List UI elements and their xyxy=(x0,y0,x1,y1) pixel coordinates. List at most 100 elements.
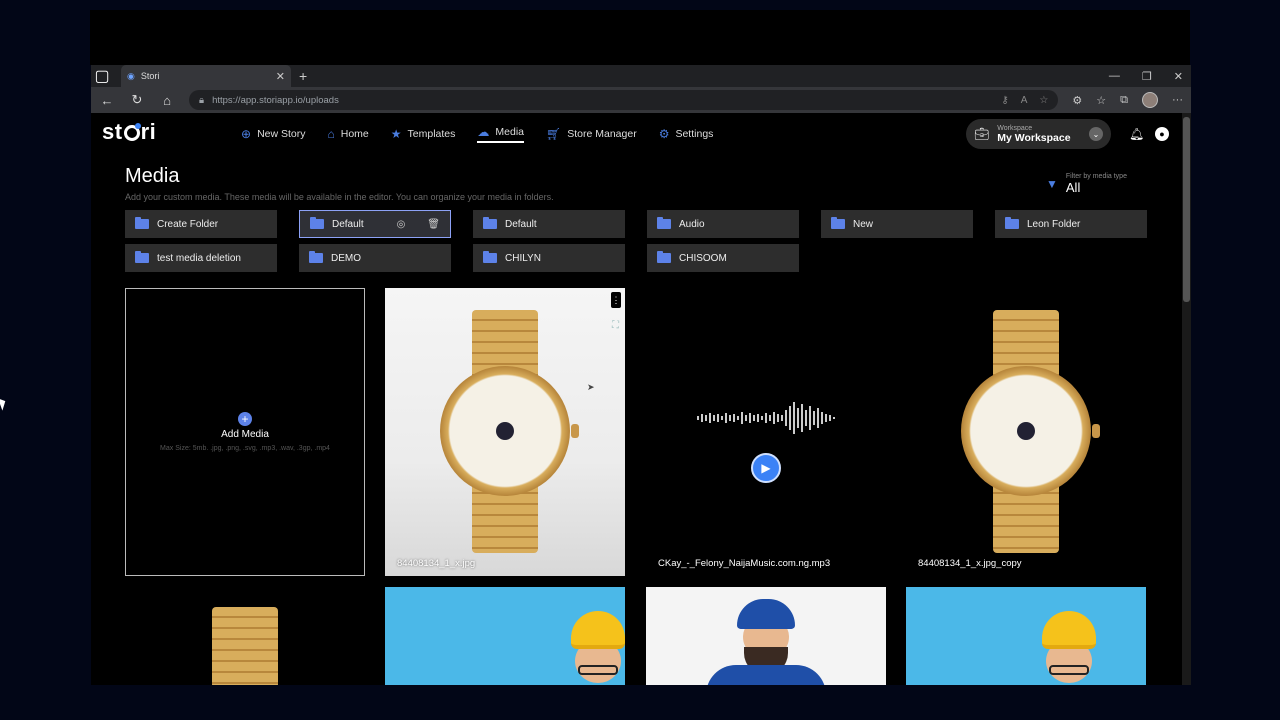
back-icon[interactable]: ← xyxy=(99,93,115,108)
page-title: Media xyxy=(125,165,180,187)
new-tab-icon[interactable]: + xyxy=(299,68,307,84)
scrollbar-thumb[interactable] xyxy=(1183,117,1190,302)
folder-item[interactable]: Leon Folder xyxy=(995,210,1147,238)
favorites-icon[interactable]: ☆ xyxy=(1096,94,1106,107)
folder-label: test media deletion xyxy=(157,252,241,264)
refresh-icon[interactable]: ↻ xyxy=(129,92,145,108)
minimize-icon[interactable]: — xyxy=(1109,70,1120,82)
media-card[interactable] xyxy=(646,587,886,685)
folder-label: CHISOOM xyxy=(679,252,727,264)
play-button[interactable]: ▶ xyxy=(751,453,781,483)
media-name: 84408134_1_x.jpg xyxy=(397,558,476,569)
more-icon[interactable]: ··· xyxy=(1172,94,1183,106)
top-nav: ⊕ New Story ⌂ Home ★ Templates ☁ Media 🛒… xyxy=(241,125,713,143)
url-field[interactable]: 🔒︎ https://app.storiapp.io/uploads ⚷ A ☆ xyxy=(189,90,1059,110)
add-media-card[interactable]: + Add Media Max Size: 5mb. .jpg, .png, .… xyxy=(125,288,365,576)
workspace-selector[interactable]: 💼︎ Workspace My Workspace ⌄ xyxy=(966,119,1111,149)
trash-icon[interactable]: 🗑︎ xyxy=(427,219,440,230)
restore-icon[interactable]: ❐ xyxy=(1142,70,1152,83)
window-controls: — ❐ ✕ xyxy=(1109,65,1183,87)
media-card[interactable]: 84408134_1_x.jpg_copy xyxy=(906,288,1146,576)
workspace-name: My Workspace xyxy=(997,131,1071,144)
folder-icon xyxy=(135,251,149,263)
nav-templates[interactable]: ★ Templates xyxy=(391,125,456,143)
nav-label: Home xyxy=(340,128,369,140)
user-icon[interactable]: ● xyxy=(1155,127,1169,141)
home-browser-icon[interactable]: ⌂ xyxy=(159,93,175,108)
folder-label: Audio xyxy=(679,218,705,230)
page-scrollbar[interactable] xyxy=(1182,113,1191,685)
star-icon: ★ xyxy=(390,127,402,141)
address-bar: ← ↻ ⌂ 🔒︎ https://app.storiapp.io/uploads… xyxy=(91,87,1191,113)
folder-item[interactable]: CHILYN xyxy=(473,244,625,272)
folder-item[interactable]: Audio xyxy=(647,210,799,238)
folder-label: DEMO xyxy=(331,252,361,264)
create-folder-button[interactable]: Create Folder xyxy=(125,210,277,238)
bell-icon[interactable]: 🔔︎ xyxy=(1129,127,1144,141)
nav-settings[interactable]: ⚙ Settings xyxy=(659,125,714,143)
folder-item[interactable]: Default ◎ 🗑︎ xyxy=(299,210,451,238)
key-icon[interactable]: ⚷ xyxy=(1001,95,1008,106)
watch-image xyxy=(212,607,278,685)
media-name: CKay_-_Felony_NaijaMusic.com.ng.mp3 xyxy=(658,558,831,569)
stori-app: st ri ⊕ New Story ⌂ Home ★ Templates ☁ Me… xyxy=(91,113,1191,685)
media-card[interactable] xyxy=(385,587,625,685)
nav-label: New Story xyxy=(257,128,306,140)
add-media-label: Add Media xyxy=(221,429,269,440)
add-favorite-icon[interactable]: ☆ xyxy=(1039,95,1048,106)
media-grid: + Add Media Max Size: 5mb. .jpg, .png, .… xyxy=(125,288,1146,685)
browser-tab[interactable]: ◉ Stori ✕ xyxy=(121,65,291,87)
folder-icon xyxy=(135,217,149,229)
folder-list: Create Folder Default ◎ 🗑︎ Default Audio … xyxy=(125,210,1147,272)
media-type-filter[interactable]: ▼ Filter by media type All xyxy=(1046,173,1127,195)
folder-item[interactable]: New xyxy=(821,210,973,238)
folder-item[interactable]: CHISOOM xyxy=(647,244,799,272)
tab-bar: ▢ ◉ Stori ✕ + — ❐ ✕ xyxy=(91,65,1191,87)
media-card[interactable] xyxy=(125,587,365,685)
home-icon: ⌂ xyxy=(327,127,335,141)
folder-icon xyxy=(483,217,497,229)
folder-item[interactable]: test media deletion xyxy=(125,244,277,272)
nav-media[interactable]: ☁ Media xyxy=(477,125,524,143)
folder-item[interactable]: Default xyxy=(473,210,625,238)
profile-avatar[interactable] xyxy=(1142,92,1158,108)
nav-home[interactable]: ⌂ Home xyxy=(328,125,369,143)
media-card[interactable] xyxy=(906,587,1146,685)
gear-icon: ⚙ xyxy=(658,127,670,141)
close-window-icon[interactable]: ✕ xyxy=(1174,70,1183,83)
nav-store-manager[interactable]: 🛒︎ Store Manager xyxy=(546,125,637,143)
media-card[interactable]: ⋮ ⛶ ➤ 84408134_1_x.jpg xyxy=(385,288,625,576)
folder-icon xyxy=(1005,217,1019,229)
add-media-hint: Max Size: 5mb. .jpg, .png, .svg, .mp3, .… xyxy=(160,445,330,452)
browser-window: ▢ ◉ Stori ✕ + — ❐ ✕ ← ↻ ⌂ 🔒︎ https://app… xyxy=(91,65,1191,685)
extensions-icon[interactable]: ⚙ xyxy=(1072,94,1082,107)
folder-label: Create Folder xyxy=(157,218,219,230)
folder-label: Default xyxy=(332,218,364,230)
workspace-label: Workspace xyxy=(997,124,1033,132)
collections-icon[interactable]: ⧉ xyxy=(1120,94,1128,107)
filter-icon: ▼ xyxy=(1046,177,1058,191)
tab-actions-icon[interactable]: ▢ xyxy=(91,65,113,87)
media-card[interactable]: ▶ CKay_-_Felony_NaijaMusic.com.ng.mp3 xyxy=(646,288,886,576)
plus-circle-icon: ⊕ xyxy=(241,127,252,141)
folder-icon xyxy=(657,251,671,263)
read-aloud-icon[interactable]: A xyxy=(1021,95,1028,106)
focus-icon[interactable]: ⛶ xyxy=(612,320,619,331)
briefcase-icon: 💼︎ xyxy=(974,127,990,141)
tab-title: Stori xyxy=(140,71,160,81)
video-letterbox xyxy=(90,10,1190,65)
mouse-cursor-icon: ➤ xyxy=(587,382,595,392)
nav-new-story[interactable]: ⊕ New Story xyxy=(241,125,306,143)
folder-label: Leon Folder xyxy=(1027,218,1081,230)
nav-label: Settings xyxy=(675,128,714,140)
folder-label: Default xyxy=(505,218,537,230)
folder-label: New xyxy=(853,218,874,230)
url-text: https://app.storiapp.io/uploads xyxy=(212,94,339,106)
tab-close-icon[interactable]: ✕ xyxy=(276,70,285,83)
nav-label: Media xyxy=(495,126,524,138)
more-vertical-icon[interactable]: ⋮ xyxy=(611,292,621,308)
filter-value: All xyxy=(1065,180,1081,195)
check-circle-icon[interactable]: ◎ xyxy=(397,219,406,230)
folder-item[interactable]: DEMO xyxy=(299,244,451,272)
stori-logo[interactable]: st ri xyxy=(102,119,156,145)
